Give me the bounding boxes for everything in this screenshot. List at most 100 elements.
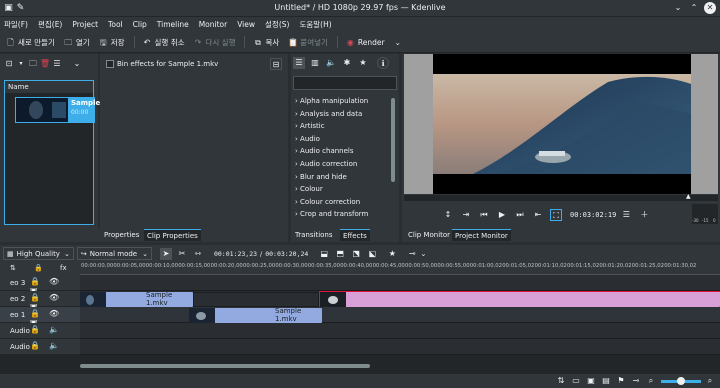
favorite-effects-icon[interactable]: ★ (386, 248, 398, 260)
video-effects-icon[interactable]: ▥ (309, 57, 321, 69)
chevron-down-icon[interactable]: ▾ (15, 58, 27, 70)
track-header-video2[interactable]: eo 2 🔒👁▣ (0, 291, 80, 311)
split-audio-icon[interactable]: ⇅ (555, 375, 567, 387)
preview-quality-select[interactable]: ▦ High Quality ⌄ (3, 247, 74, 260)
render-button[interactable]: ◉ Render ⌄ (346, 38, 401, 47)
track-lane[interactable] (80, 307, 720, 323)
menu-timeline[interactable]: Timeline (157, 20, 189, 29)
snap-status-icon[interactable]: ⊸ (630, 375, 642, 387)
edit-mode-select[interactable]: ↪ Normal mode ⌄ (76, 247, 152, 260)
menu-icon[interactable]: ☰ (51, 58, 63, 70)
track-header-audio1[interactable]: Audio 1 🔒🔈 (0, 323, 80, 339)
effect-category-item[interactable]: › Blur and hide (291, 171, 391, 184)
menu-settings[interactable]: 설정(S) (265, 19, 289, 30)
undo-button[interactable]: ↶ 실행 취소 (143, 37, 185, 48)
open-button[interactable]: 🗀 열기 (64, 37, 89, 48)
marker-icon[interactable]: ▤ (600, 375, 612, 387)
tab-transitions[interactable]: Transitions (292, 229, 336, 241)
effect-category-item[interactable]: › Colour correction (291, 196, 391, 209)
effect-category-item[interactable]: › Analysis and data (291, 108, 391, 121)
waveform-icon[interactable]: ▣ (585, 375, 597, 387)
redo-button[interactable]: ↷ 다시 실행 (194, 37, 236, 48)
timeline-clip-selected[interactable] (319, 291, 720, 307)
overwrite-clip-icon[interactable]: ⬒ (334, 248, 346, 260)
play-icon[interactable]: ▶ (496, 209, 508, 221)
timeline-gap[interactable] (193, 292, 319, 307)
view-mode-icon[interactable]: ⊡ (3, 58, 15, 70)
track-header-audio2[interactable]: Audio 2 🔒🔈 (0, 339, 80, 355)
set-in-icon[interactable]: ⇥ (460, 209, 472, 221)
track-lane[interactable] (80, 339, 720, 355)
track-menu-icon[interactable]: ⇅ (10, 264, 16, 272)
tab-clip-monitor[interactable]: Clip Monitor (405, 229, 453, 241)
menu-project[interactable]: Project (72, 20, 98, 29)
fullscreen-icon[interactable]: ⛶ (550, 209, 562, 221)
effect-category-item[interactable]: › Artistic (291, 120, 391, 133)
track-controls[interactable]: 🔒🔈 (30, 341, 68, 350)
chevron-down-icon[interactable]: ⌄ (71, 58, 83, 70)
spacer-tool-icon[interactable]: ⇿ (192, 248, 204, 260)
tab-project-monitor[interactable]: Project Monitor (452, 229, 511, 241)
timeline-scrollbar[interactable] (80, 364, 370, 368)
monitor-position-marker[interactable]: ▲ (686, 193, 691, 200)
skip-forward-icon[interactable]: ⏭ (514, 209, 526, 221)
menu-icon[interactable]: ☰ (620, 209, 632, 221)
list-icon[interactable]: ☰ (293, 57, 305, 69)
zoom-slider-handle[interactable] (677, 376, 685, 385)
effect-category-item[interactable]: › Audio (291, 133, 391, 146)
timeline-ruler[interactable]: 00:00:00,00 00:00:05,00 00:00:10,00 00:00:1… (80, 262, 720, 275)
extract-clip-icon[interactable]: ⬔ (350, 248, 362, 260)
monitor-timecode[interactable]: 00:03:02:19 (570, 211, 616, 219)
menu-tool[interactable]: Tool (108, 20, 123, 29)
effect-category-item[interactable]: › Audio correction (291, 158, 391, 171)
effect-category-item[interactable]: › Alpha manipulation (291, 95, 391, 108)
zoom-fit-icon[interactable]: ⌕ (645, 375, 657, 387)
bin-clip-item[interactable]: Sample 00:00 (15, 97, 100, 123)
close-icon[interactable]: ✕ (704, 2, 716, 14)
timeline-clip[interactable]: Sample 1.mkv (80, 291, 193, 307)
track-controls[interactable]: 🔒🔈 (30, 325, 68, 334)
select-tool-icon[interactable]: ➤ (159, 247, 172, 260)
monitor-ruler[interactable]: ▲ (404, 193, 718, 201)
favorites-icon[interactable]: ★ (357, 57, 369, 69)
compare-icon[interactable]: ⊟ (270, 58, 282, 70)
paste-button[interactable]: 📋 붙여넣기 (288, 37, 328, 48)
tab-clip-properties[interactable]: Clip Properties (144, 229, 201, 241)
save-button[interactable]: 🖫 저장 (99, 37, 125, 48)
chevron-down-icon[interactable]: ⌄ (420, 249, 426, 258)
zoom-slider[interactable] (661, 376, 701, 385)
snap-icon[interactable]: ⊸ (406, 248, 418, 260)
effects-search-input[interactable] (293, 76, 397, 90)
custom-effects-icon[interactable]: ✱ (341, 57, 353, 69)
menu-view[interactable]: View (237, 20, 255, 29)
add-marker-icon[interactable]: ＋ (638, 209, 650, 221)
menu-edit[interactable]: 편집(E) (38, 19, 62, 30)
track-lane[interactable] (80, 323, 720, 339)
set-out-icon[interactable]: ⇤ (532, 209, 544, 221)
effect-category-item[interactable]: › Colour (291, 183, 391, 196)
trash-icon[interactable]: 🗑 (39, 58, 51, 70)
menu-help[interactable]: 도움말(H) (299, 19, 331, 30)
info-icon[interactable]: ℹ (377, 57, 389, 69)
bin-effects-checkbox[interactable] (106, 60, 114, 68)
razor-tool-icon[interactable]: ✂ (176, 248, 188, 260)
new-button[interactable]: 🗋 새로 만들기 (6, 37, 55, 48)
audio-effects-icon[interactable]: 🔈 (325, 57, 337, 69)
menu-monitor[interactable]: Monitor (199, 20, 228, 29)
tab-properties[interactable]: Properties (101, 229, 142, 241)
tab-effects[interactable]: Effects (340, 229, 370, 241)
add-folder-icon[interactable]: 🗀 (27, 58, 39, 70)
flag-icon[interactable]: ⚑ (615, 375, 627, 387)
timeline-clip[interactable]: Sample 1.mkv (189, 307, 322, 323)
menu-file[interactable]: 파일(F) (4, 19, 28, 30)
effect-category-item[interactable]: › Audio channels (291, 145, 391, 158)
menu-clip[interactable]: Clip (133, 20, 147, 29)
insert-clip-icon[interactable]: ⬓ (318, 248, 330, 260)
maximize-icon[interactable]: ⌃ (688, 2, 700, 14)
track-header-video1[interactable]: eo 1 🔒👁▣ (0, 307, 80, 327)
skip-back-icon[interactable]: ⏮ (478, 209, 490, 221)
effect-category-item[interactable]: › Crop and transform (291, 208, 391, 221)
track-header-video3[interactable]: eo 3 🔒👁▣ (0, 275, 80, 295)
minimize-icon[interactable]: ⌄ (672, 2, 684, 14)
copy-button[interactable]: ⧉ 복사 (253, 37, 279, 48)
